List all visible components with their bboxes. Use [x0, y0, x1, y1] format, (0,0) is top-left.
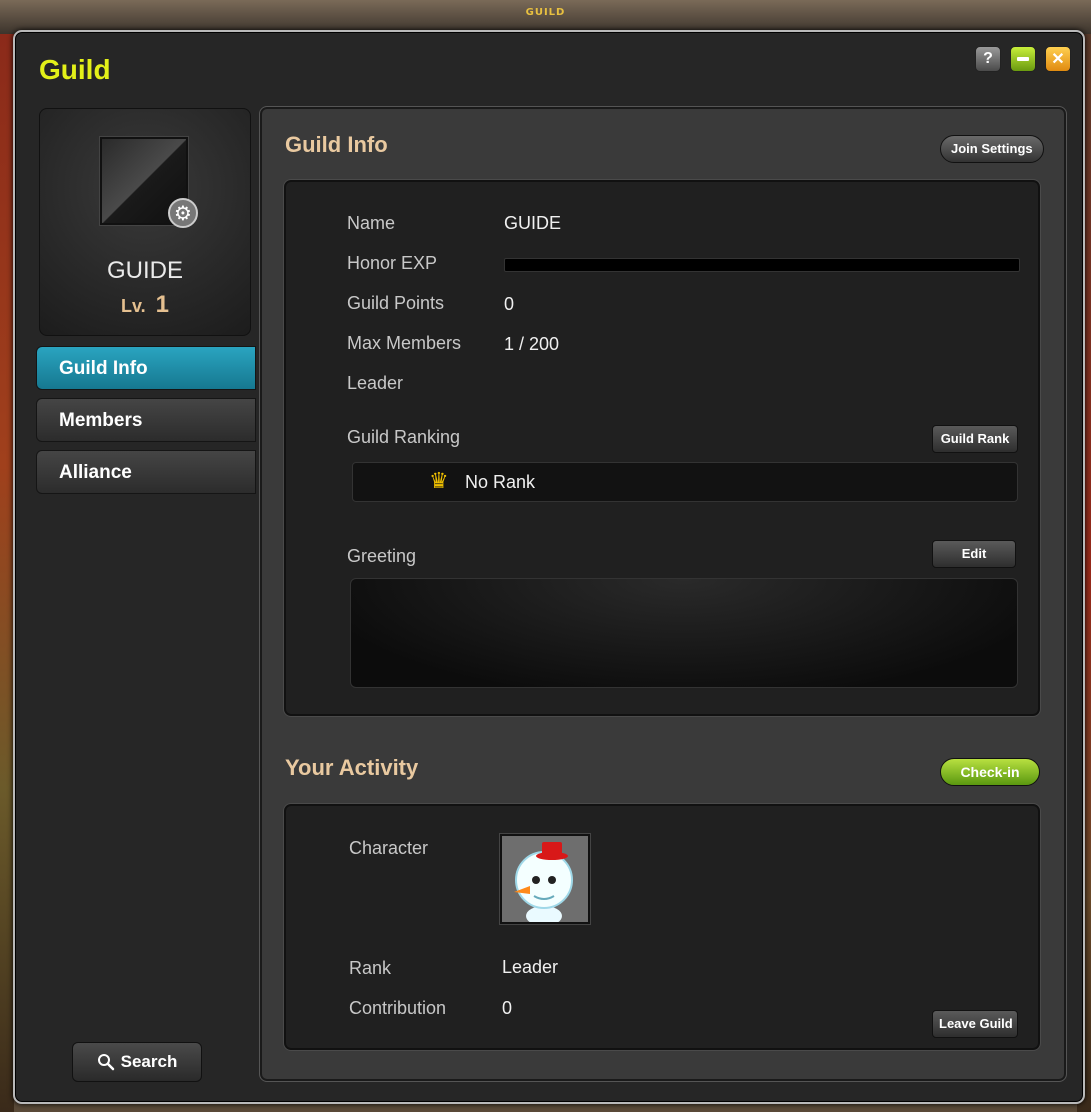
your-activity-title: Your Activity — [285, 755, 419, 780]
guild-window: Guild ? ✕ ⚙ GUIDE Lv. 1 Guild Info Member… — [13, 30, 1085, 1104]
greeting-text-area — [350, 578, 1018, 688]
guild-profile-card: ⚙ GUIDE Lv. 1 — [39, 108, 251, 336]
search-button[interactable]: Search — [72, 1042, 202, 1082]
game-window-label: GUILD — [525, 7, 566, 18]
close-button[interactable]: ✕ — [1045, 46, 1071, 72]
character-avatar — [500, 834, 590, 926]
content-panel: Guild Info Join Settings Name GUIDE Hono… — [259, 106, 1067, 1082]
check-in-button[interactable]: Check-in — [940, 758, 1040, 786]
name-value: GUIDE — [504, 213, 562, 233]
level-number: 1 — [155, 291, 170, 318]
honor-exp-bar — [504, 258, 1020, 272]
game-background-top: GUILD — [0, 0, 1091, 34]
level-prefix: Lv. — [120, 296, 146, 316]
guild-info-title: Guild Info — [285, 132, 388, 157]
max-members-label: Max Members — [347, 333, 462, 353]
game-background-left — [0, 34, 14, 1112]
crown-icon: ♛ — [429, 469, 449, 494]
leave-guild-button[interactable]: Leave Guild — [932, 1010, 1018, 1038]
minimize-button[interactable] — [1010, 46, 1036, 72]
contribution-value: 0 — [502, 998, 513, 1018]
name-label: Name — [347, 213, 396, 233]
guild-rank-display: ♛ No Rank — [352, 462, 1018, 502]
max-members-value: 1 / 200 — [504, 334, 560, 354]
window-title: Guild — [39, 54, 111, 85]
leader-label: Leader — [347, 373, 404, 393]
rank-label: Rank — [349, 958, 392, 978]
rank-value: Leader — [502, 957, 559, 977]
guild-info-box: Name GUIDE Honor EXP Guild Points 0 Max … — [283, 179, 1041, 717]
honor-exp-label: Honor EXP — [347, 253, 438, 273]
minimize-icon — [1017, 57, 1029, 61]
contribution-label: Contribution — [349, 998, 447, 1018]
snowman-icon — [502, 836, 588, 926]
activity-box: Character Rank Leader Contribution 0 Lea… — [283, 803, 1041, 1051]
guild-name: GUIDE — [106, 257, 183, 284]
guild-points-value: 0 — [504, 294, 515, 314]
tab-members[interactable]: Members — [36, 398, 256, 442]
guild-rank-button[interactable]: Guild Rank — [932, 425, 1018, 453]
guild-ranking-label: Guild Ranking — [347, 427, 461, 447]
tab-guild-info[interactable]: Guild Info — [36, 346, 256, 390]
character-label: Character — [349, 838, 429, 858]
search-icon — [97, 1054, 114, 1071]
guild-points-label: Guild Points — [347, 293, 445, 313]
join-settings-button[interactable]: Join Settings — [940, 135, 1044, 163]
search-label: Search — [120, 1052, 178, 1071]
guild-level: Lv. 1 — [40, 291, 250, 319]
edit-greeting-button[interactable]: Edit — [932, 540, 1016, 568]
gear-icon[interactable]: ⚙ — [168, 198, 198, 228]
help-button[interactable]: ? — [975, 46, 1001, 72]
greeting-label: Greeting — [347, 546, 417, 566]
rank-value: No Rank — [465, 472, 536, 492]
tab-alliance[interactable]: Alliance — [36, 450, 256, 494]
